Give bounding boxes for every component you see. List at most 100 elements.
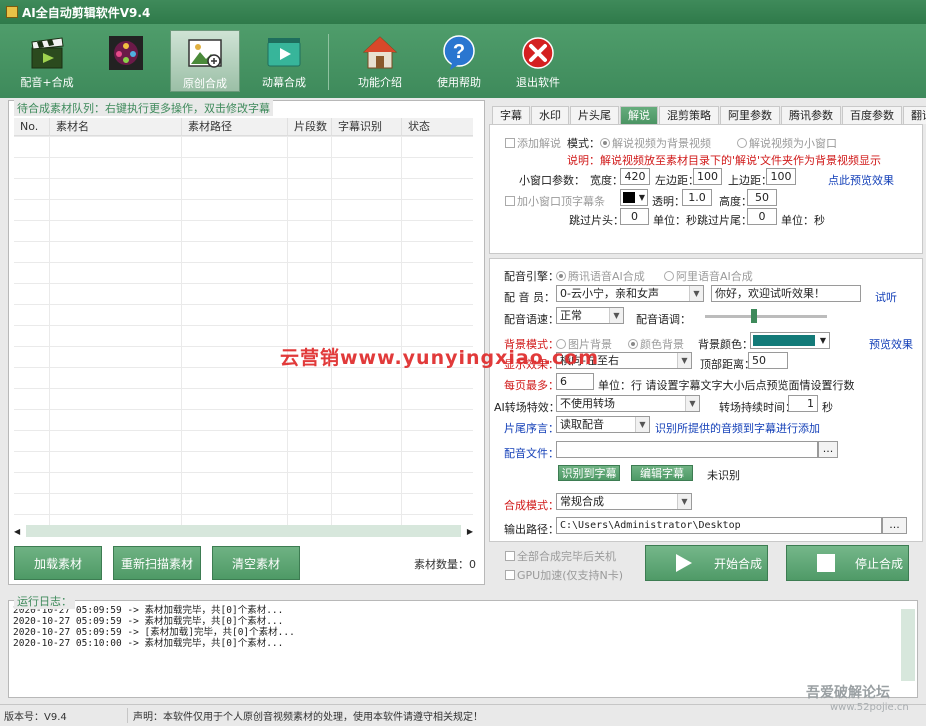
radio-dot[interactable] (628, 339, 638, 349)
scroll-left-icon[interactable]: ◀ (14, 527, 20, 536)
tone-slider[interactable] (705, 309, 827, 323)
transition-time-input[interactable]: 1 (788, 395, 818, 412)
skip-head-input[interactable]: 0 (620, 208, 649, 225)
bg-color-radio[interactable]: 颜色背景 (628, 336, 684, 352)
edit-subtitle-button[interactable]: 编辑字幕 (631, 465, 693, 481)
clear-button[interactable]: 清空素材 (212, 546, 300, 580)
gpu-checkbox[interactable]: GPU加速(仅支持N卡) (505, 567, 623, 583)
col-segments[interactable]: 片段数 (288, 118, 332, 135)
material-count: 素材数量：0 (414, 558, 476, 571)
height-input[interactable]: 50 (747, 189, 777, 206)
col-path[interactable]: 素材路径 (182, 118, 288, 135)
toolbar-label: 使用帮助 (437, 76, 481, 89)
recognize-button[interactable]: 识别到字幕 (558, 465, 620, 481)
queue-hscroll[interactable]: ◀ ▶ (14, 524, 473, 538)
start-synth-button[interactable]: 开始合成 (645, 545, 768, 581)
mode-small-radio[interactable]: 解说视频为小窗口 (737, 135, 837, 151)
title-bar: AI全自动剪辑软件V9.4 (0, 0, 926, 24)
toolbar-exit-button[interactable]: 退出软件 (503, 30, 573, 92)
order-select[interactable]: 读取配音 ▼ (556, 416, 650, 433)
bg-color-picker[interactable]: ▼ (750, 332, 830, 349)
add-narration-checkbox[interactable]: 添加解说 (505, 135, 561, 151)
toolbar-reel-button[interactable] (91, 30, 161, 92)
checkbox-box[interactable] (505, 570, 515, 580)
tab-tencent-params[interactable]: 腾讯参数 (781, 106, 841, 124)
toolbar-features-button[interactable]: 功能介绍 (345, 30, 415, 92)
tab-translate-api[interactable]: 翻译API (903, 106, 926, 124)
order-label: 片尾序言： (504, 422, 559, 435)
perpage-note: 单位：行 请设置字幕文字大小后点预览面情设置行数 (598, 379, 855, 392)
radio-dot[interactable] (600, 138, 610, 148)
version-label: 版本号：V9.4 (0, 708, 128, 723)
radio-dot[interactable] (737, 138, 747, 148)
chevron-down-icon: ▼ (635, 417, 649, 432)
recognize-status: 未识别 (707, 469, 740, 482)
voicer-select[interactable]: 0-云小宁，亲和女声 ▼ (556, 285, 704, 302)
settings-tabs: 字幕 水印 片头尾 解说 混剪策略 阿里参数 腾讯参数 百度参数 翻译API (492, 106, 926, 124)
queue-table[interactable]: No. 素材名 素材路径 片段数 字幕识别 状态 (14, 118, 473, 526)
top-dist-input[interactable]: 50 (748, 352, 788, 369)
toolbar-dub-synth-button[interactable]: 配音+合成 (12, 30, 82, 92)
tab-ali-params[interactable]: 阿里参数 (720, 106, 780, 124)
output-path-input[interactable]: C:\Users\Administrator\Desktop (556, 517, 882, 534)
rescan-button[interactable]: 重新扫描素材 (113, 546, 201, 580)
col-name[interactable]: 素材名 (50, 118, 182, 135)
perpage-label: 每页最多： (504, 379, 559, 392)
checkbox-box[interactable] (505, 551, 515, 561)
radio-dot[interactable] (664, 271, 674, 281)
tab-narration[interactable]: 解说 (620, 106, 658, 124)
bg-color-label: 背景颜色： (698, 338, 753, 351)
chevron-down-icon: ▼ (685, 396, 699, 411)
tab-subtitle[interactable]: 字幕 (492, 106, 530, 124)
mode-bg-radio[interactable]: 解说视频为背景视频 (600, 135, 711, 151)
checkbox-box[interactable] (505, 196, 515, 206)
speed-select[interactable]: 正常 ▼ (556, 307, 624, 324)
narration-preview-link[interactable]: 点此预览效果 (828, 172, 894, 188)
file-browse-button[interactable]: ... (818, 441, 838, 458)
bg-preview-link[interactable]: 预览效果 (869, 336, 913, 352)
shutdown-checkbox[interactable]: 全部合成完毕后关机 (505, 548, 616, 564)
load-button[interactable]: 加载素材 (14, 546, 102, 580)
stop-synth-button[interactable]: 停止合成 (786, 545, 909, 581)
engine-tencent-radio[interactable]: 腾讯语音AI合成 (556, 268, 645, 284)
file-input[interactable] (556, 441, 818, 458)
toolbar-motion-synth-button[interactable]: 动幕合成 (249, 30, 319, 92)
col-no[interactable]: No. (14, 118, 50, 135)
synth-mode-select[interactable]: 常规合成 ▼ (556, 493, 692, 510)
output-browse-button[interactable]: ... (882, 517, 907, 534)
log-line: 2020-10-27 05:09:59 -> 素材加载完毕，共[0]个素材... (13, 616, 284, 627)
toolbar-original-synth-button[interactable]: 原创合成 (170, 30, 240, 92)
slider-thumb[interactable] (751, 309, 757, 323)
toolbar-help-button[interactable]: ? 使用帮助 (424, 30, 494, 92)
mode-label: 模式： (567, 137, 600, 150)
scroll-thumb[interactable] (26, 525, 461, 537)
log-line: 2020-10-27 05:10:00 -> 素材加载完毕，共[0]个素材... (13, 638, 284, 649)
queue-title: 待合成素材队列：右键执行更多操作，双击修改字幕 (14, 100, 273, 116)
tab-baidu-params[interactable]: 百度参数 (842, 106, 902, 124)
tab-watermark[interactable]: 水印 (531, 106, 569, 124)
sample-text-input[interactable]: 你好，欢迎试听效果！ (711, 285, 861, 302)
scroll-right-icon[interactable]: ▶ (467, 527, 473, 536)
log-box[interactable]: 2020-10-27 05:09:59 -> 素材加载完毕，共[0]个素材...… (8, 600, 918, 698)
listen-link[interactable]: 试听 (875, 289, 897, 305)
perpage-input[interactable]: 6 (556, 373, 594, 390)
top-strip-checkbox[interactable]: 加小窗口顶字幕条 (505, 193, 605, 209)
log-vscroll[interactable] (901, 609, 915, 681)
col-status[interactable]: 状态 (402, 118, 473, 135)
opacity-input[interactable]: 1.0 (682, 189, 712, 206)
radio-dot[interactable] (556, 271, 566, 281)
strip-color-picker[interactable]: ▼ (620, 189, 648, 206)
skip-tail-input[interactable]: 0 (747, 208, 777, 225)
col-subtitle[interactable]: 字幕识别 (332, 118, 402, 135)
left-input[interactable]: 100 (693, 168, 722, 185)
chevron-down-icon: ▼ (677, 353, 691, 368)
engine-ali-radio[interactable]: 阿里语音AI合成 (664, 268, 753, 284)
checkbox-box[interactable] (505, 138, 515, 148)
synth-mode-label: 合成模式： (504, 499, 559, 512)
tab-head-tail[interactable]: 片头尾 (570, 106, 619, 124)
width-input[interactable]: 420 (620, 168, 650, 185)
transition-select[interactable]: 不使用转场 ▼ (556, 395, 700, 412)
tab-mix-strategy[interactable]: 混剪策略 (659, 106, 719, 124)
top-input[interactable]: 100 (766, 168, 796, 185)
home-icon (362, 36, 398, 69)
